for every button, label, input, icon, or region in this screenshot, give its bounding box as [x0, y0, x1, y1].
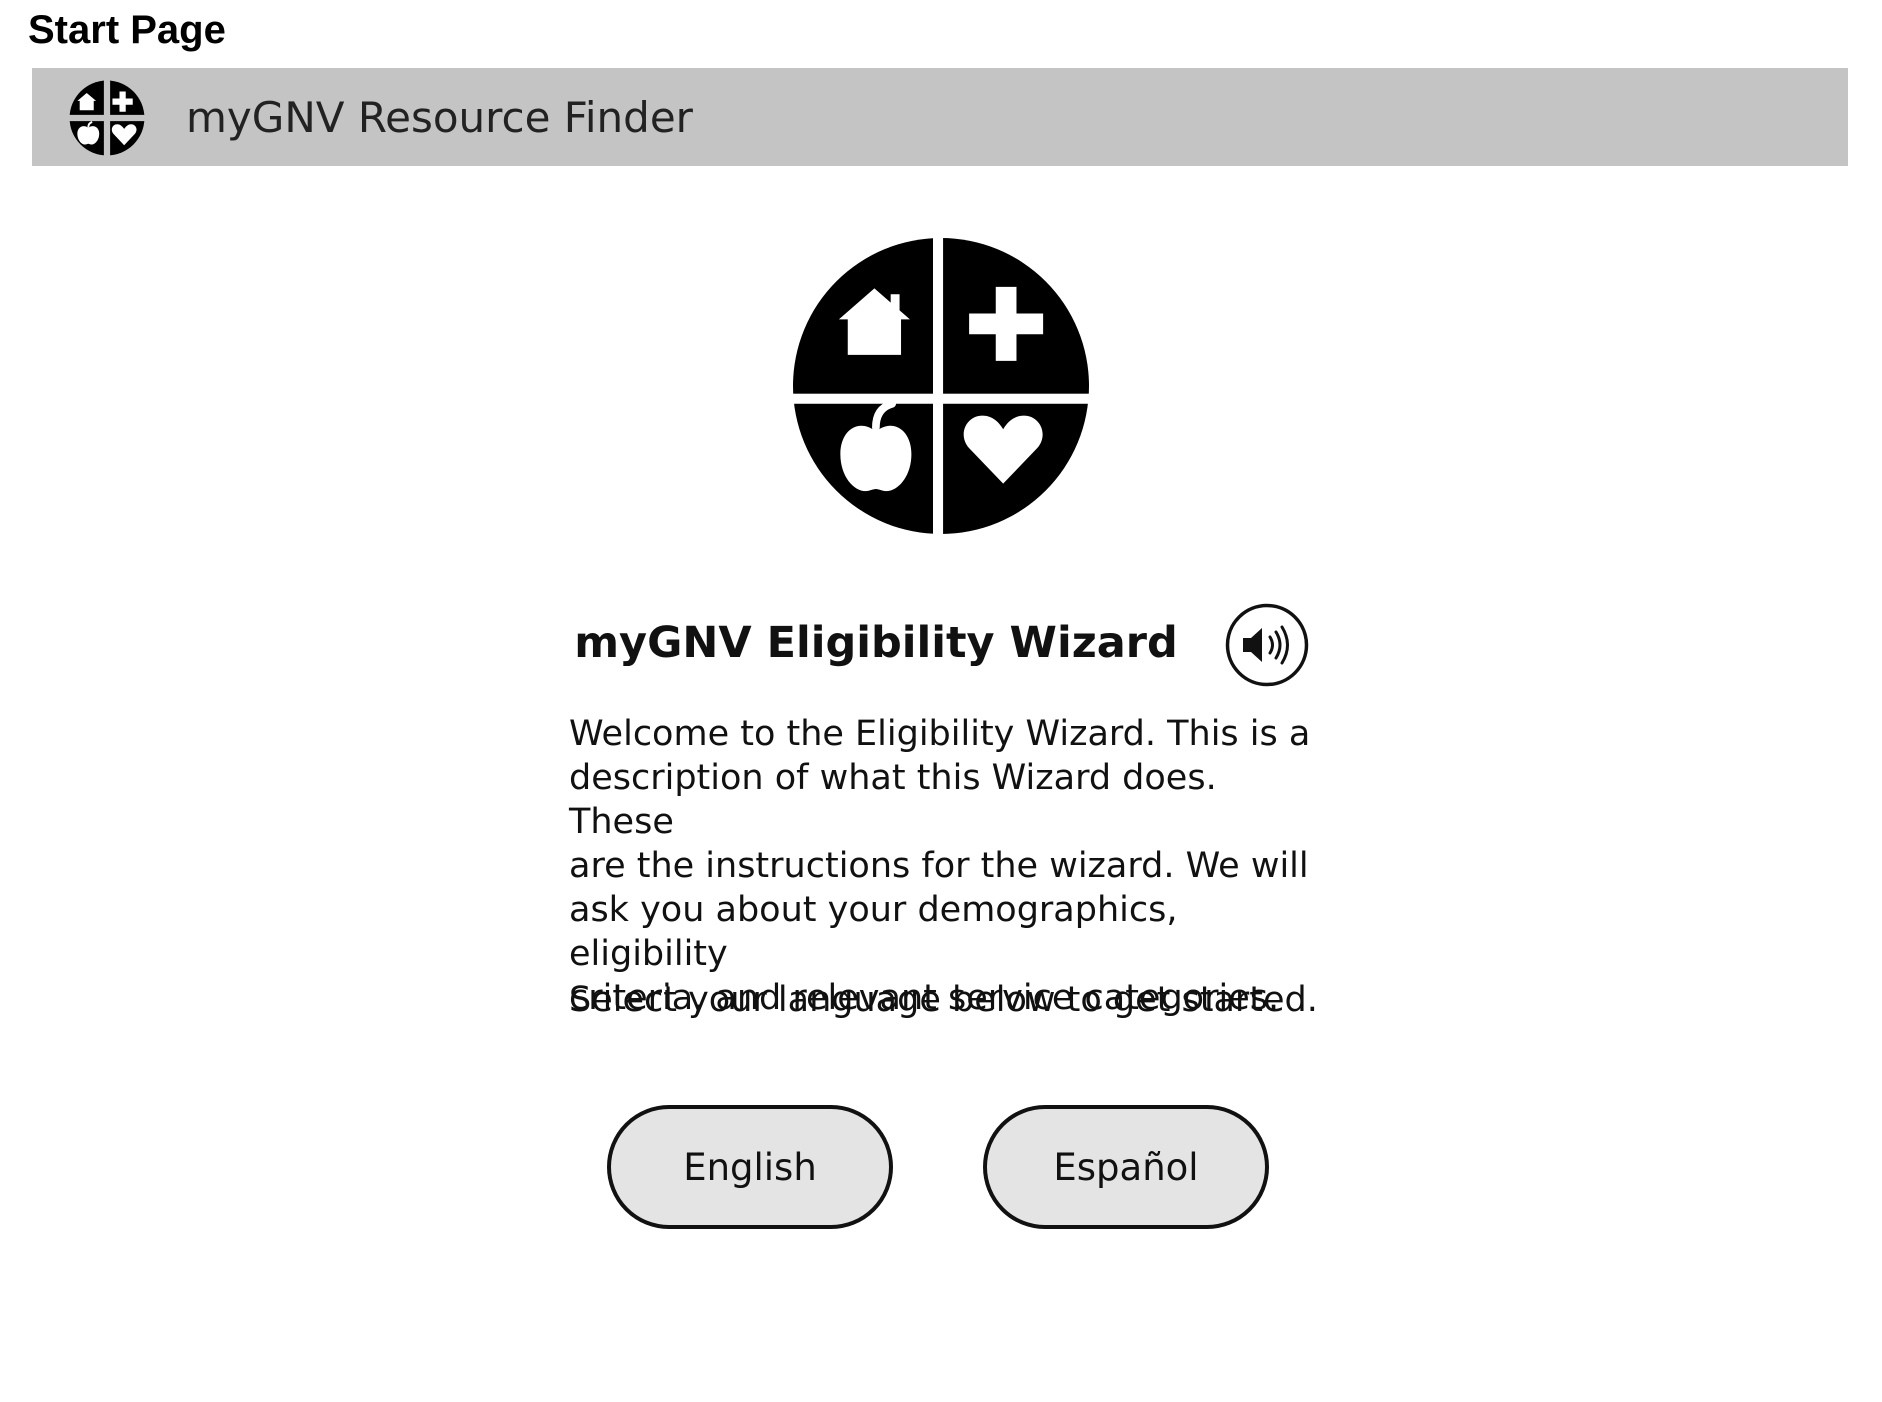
mygnv-logo-icon	[793, 238, 1089, 534]
speaker-icon[interactable]	[1225, 603, 1309, 687]
wizard-description: Welcome to the Eligibility Wizard. This …	[569, 714, 1311, 1018]
page-label: Start Page	[28, 8, 226, 52]
app-header: myGNV Resource Finder	[32, 68, 1848, 166]
mygnv-logo-icon[interactable]	[68, 79, 146, 157]
espanol-button[interactable]: Español	[983, 1105, 1269, 1229]
language-instruction: Select your language below to get starte…	[569, 980, 1318, 1020]
wizard-title: myGNV Eligibility Wizard	[574, 618, 1178, 668]
app-title: myGNV Resource Finder	[186, 93, 693, 142]
english-button[interactable]: English	[607, 1105, 893, 1229]
